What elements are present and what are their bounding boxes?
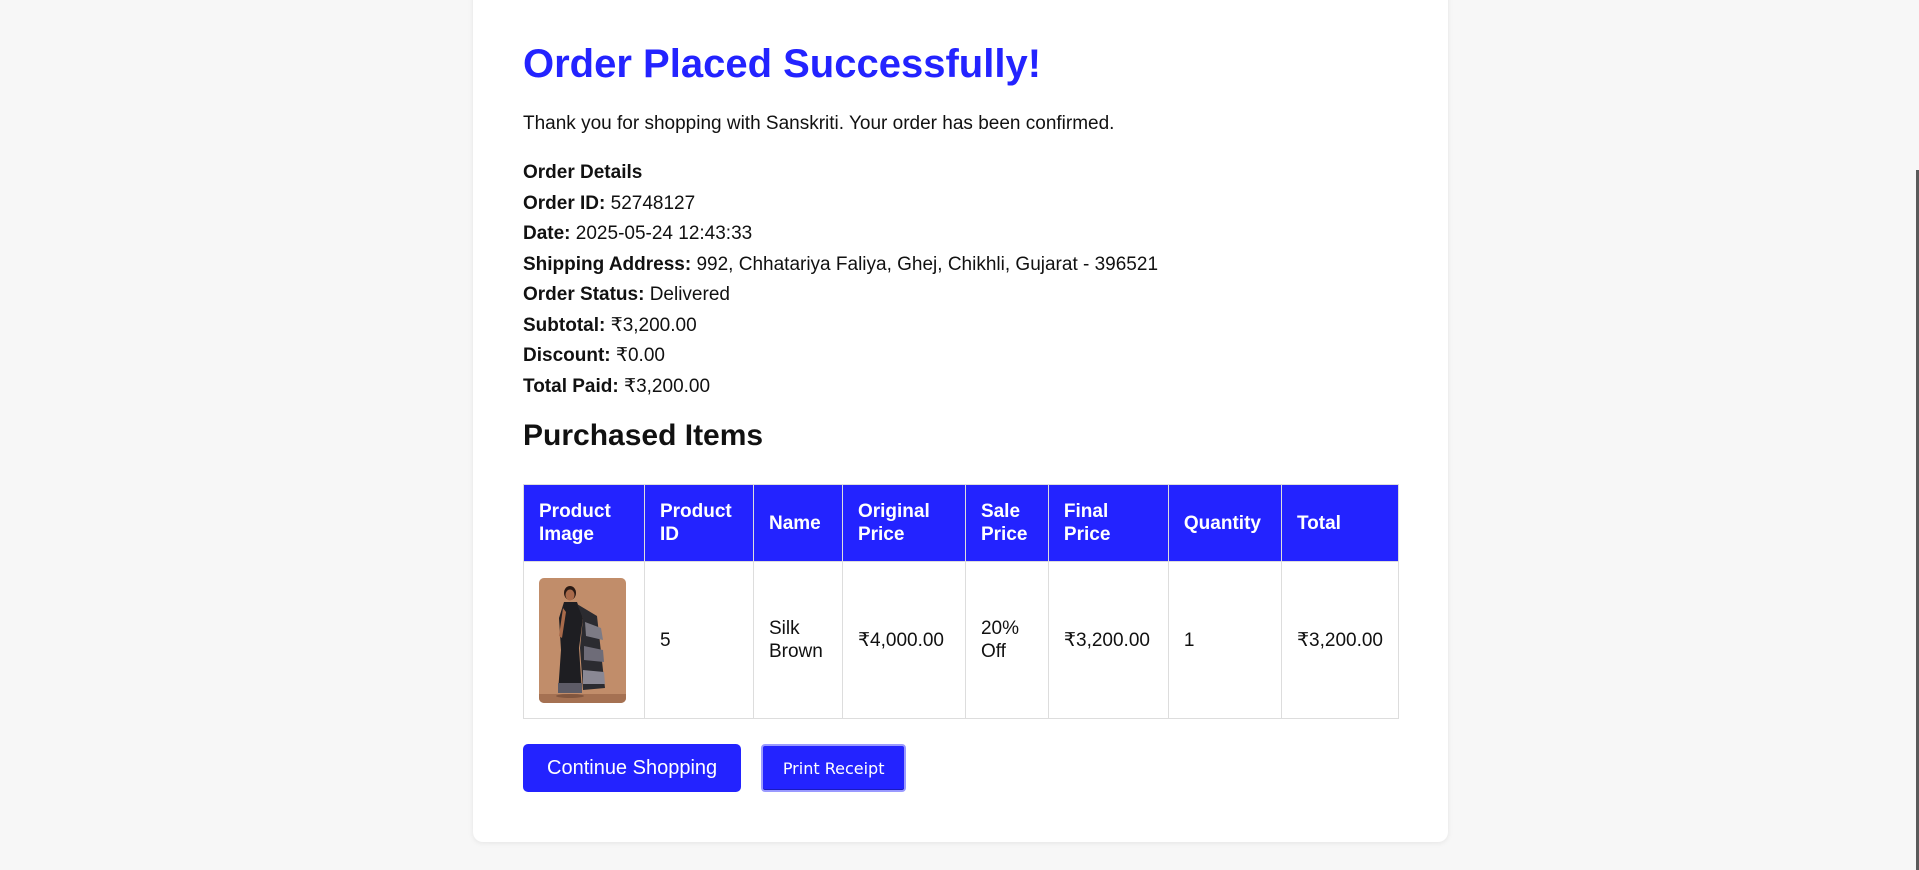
total-paid-label: Total Paid:: [523, 375, 619, 397]
purchased-items-table: Product Image Product ID Name Original P…: [523, 484, 1400, 719]
order-status-value: Delivered: [649, 284, 730, 305]
discount-value: ₹0.00: [615, 345, 665, 366]
original-price-cell: ₹4,000.00: [841, 561, 966, 719]
column-header-product-id: Product ID: [643, 484, 754, 562]
confirmation-message: Thank you for shopping with Sanskriti. Y…: [523, 113, 1115, 134]
discount-label: Discount:: [523, 345, 611, 366]
final-price-cell: ₹3,200.00: [1047, 561, 1169, 719]
column-header-total: Total: [1280, 484, 1400, 562]
table-header-row: Product Image Product ID Name Original P…: [523, 484, 1400, 562]
column-header-quantity: Quantity: [1167, 484, 1282, 562]
shipping-address-value: 992, Chhatariya Faliya, Ghej, Chikhli, G…: [696, 253, 1159, 275]
order-status-label: Order Status:: [523, 284, 645, 305]
order-id-value: 52748127: [610, 192, 696, 214]
product-name-cell: Silk Brown: [752, 561, 843, 719]
page: Order Placed Successfully! Thank you for…: [0, 0, 1919, 870]
print-receipt-button[interactable]: Print Receipt: [761, 744, 907, 792]
subtotal-row: Subtotal: ₹3,200.00: [523, 311, 1399, 342]
purchased-items-title: Purchased Items: [523, 419, 764, 452]
shipping-address-label: Shipping Address:: [523, 253, 692, 275]
column-header-sale-price: Sale Price: [964, 484, 1049, 562]
order-status-row: Order Status: Delivered: [523, 280, 1399, 311]
order-date-value: 2025-05-24 12:43:33: [575, 223, 753, 244]
quantity-cell: 1: [1167, 561, 1282, 719]
order-id-row: Order ID: 52748127: [523, 189, 1399, 220]
total-paid-value: ₹3,200.00: [624, 375, 711, 397]
product-id-cell: 5: [643, 561, 754, 719]
discount-row: Discount: ₹0.00: [523, 341, 1399, 372]
order-confirmation-content: Order Placed Successfully! Thank you for…: [523, 40, 1400, 792]
column-header-original-price: Original Price: [841, 484, 966, 562]
order-date-label: Date:: [523, 223, 571, 244]
order-date-row: Date: 2025-05-24 12:43:33: [523, 219, 1399, 250]
saree-product-image: [539, 577, 626, 703]
page-title: Order Placed Successfully!: [523, 42, 1042, 86]
action-buttons: Continue Shopping Print Receipt: [523, 744, 1399, 792]
continue-shopping-button[interactable]: Continue Shopping: [523, 744, 742, 792]
subtotal-label: Subtotal:: [523, 314, 606, 336]
sale-price-cell: 20% Off: [964, 561, 1049, 719]
row-total-cell: ₹3,200.00: [1280, 561, 1400, 719]
shipping-address-row: Shipping Address: 992, Chhatariya Faliya…: [523, 250, 1399, 281]
subtotal-value: ₹3,200.00: [610, 314, 697, 336]
table-row: 5 Silk Brown ₹4,000.00 20% Off ₹3,200.00…: [523, 561, 1400, 719]
column-header-final-price: Final Price: [1047, 484, 1169, 562]
order-confirmation-card: Order Placed Successfully! Thank you for…: [473, 0, 1448, 842]
order-id-label: Order ID:: [523, 192, 606, 214]
product-image-cell: [523, 561, 645, 719]
order-details: Order Details Order ID: 52748127 Date: 2…: [523, 158, 1399, 402]
order-details-heading: Order Details: [523, 162, 643, 183]
column-header-name: Name: [752, 484, 843, 562]
column-header-product-image: Product Image: [523, 484, 645, 562]
total-paid-row: Total Paid: ₹3,200.00: [523, 372, 1399, 403]
